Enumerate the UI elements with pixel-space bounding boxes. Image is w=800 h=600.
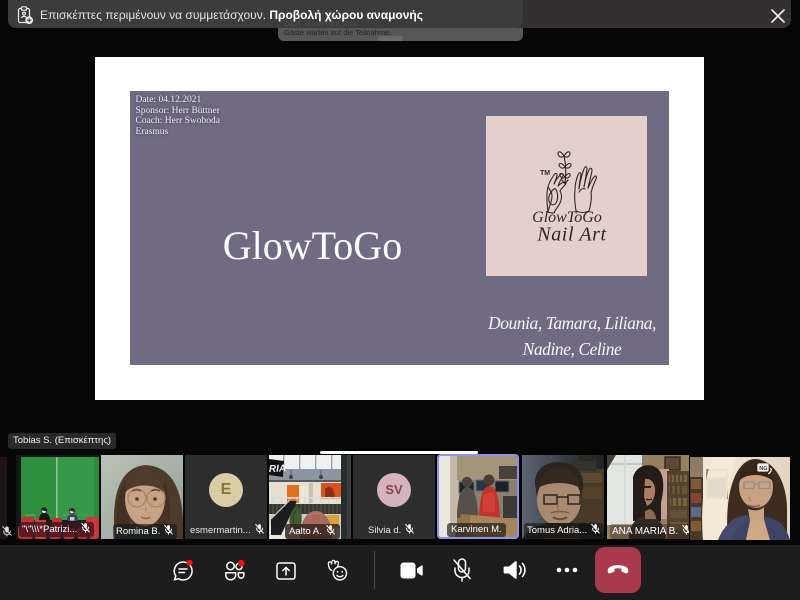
svg-text:NG: NG — [759, 466, 767, 472]
svg-text:TM: TM — [540, 170, 550, 177]
svg-text:RIA: RIA — [269, 463, 286, 475]
svg-text:Nail Art: Nail Art — [536, 224, 606, 246]
